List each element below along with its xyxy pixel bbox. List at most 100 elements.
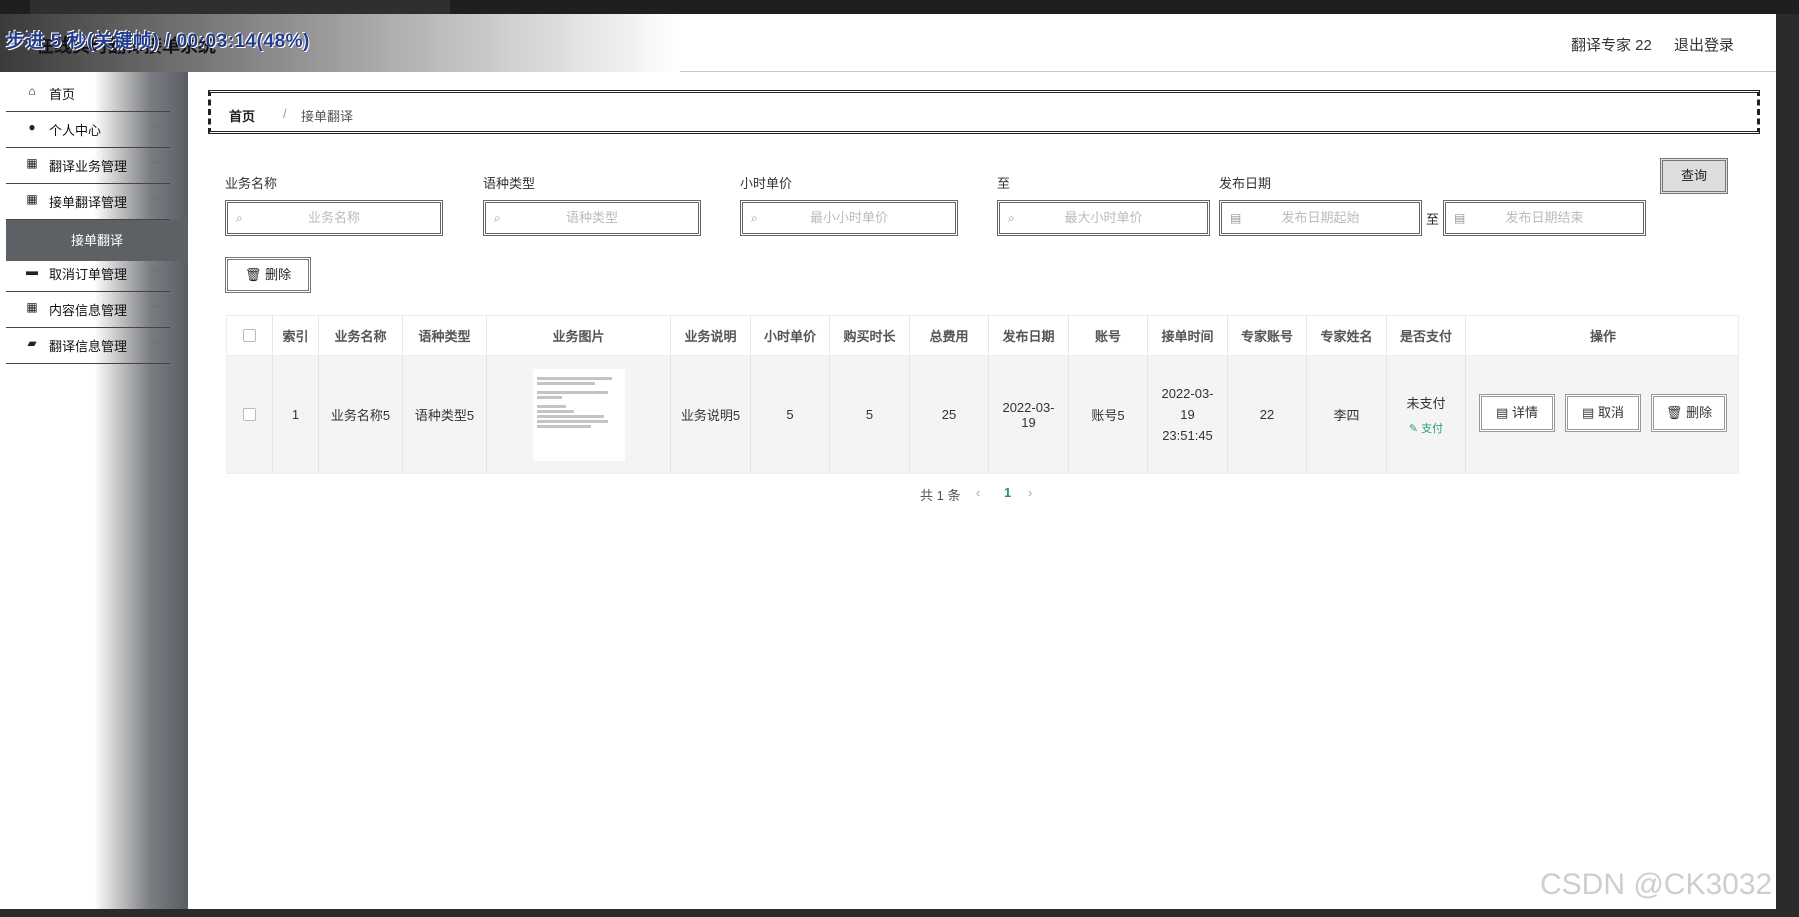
cell-expert-account: 22 [1228,356,1307,473]
placeholder: 发布日期起始 [1281,210,1360,225]
placeholder: 语种类型 [565,210,618,225]
cell-total: 25 [910,356,989,473]
page-number[interactable]: 1 [1004,485,1011,500]
table-header: 索引 业务名称 语种类型 业务图片 业务说明 小时单价 购买时长 总费用 发布日… [226,315,1739,356]
sidebar-item-label: 翻译信息管理 [49,339,128,354]
sidebar-item-label: 内容信息管理 [49,303,128,318]
min-hourly-price-input[interactable]: ⌕ 最小小时单价 [740,200,958,236]
placeholder: 最小小时单价 [809,210,888,225]
row-select-cell [227,356,273,473]
search-icon: ⌕ [236,211,243,225]
cell-account: 账号5 [1069,356,1148,473]
cancel-button[interactable]: ▤ 取消 [1565,394,1641,432]
placeholder: 发布日期结束 [1505,210,1584,225]
payment-status-text: 未支付 [1406,396,1446,411]
chevron-down-icon: ﹀ [152,125,162,136]
sidebar: ⌂ 首页 ● 个人中心 ﹀ ▦ 翻译业务管理 ﹀ ▦ 接单翻译管理 ﹀ 接单翻译… [0,72,188,909]
sidebar-item-label: 首页 [49,87,76,102]
cell-payment-status: 未支付 ✎ 支付 [1387,356,1466,473]
filter-label-business-name: 业务名称 [225,176,278,191]
column-header: 业务图片 [487,316,671,355]
business-image-thumbnail[interactable] [532,368,625,461]
grid-icon: ▦ [26,156,38,170]
cell-hourly-price: 5 [751,356,830,473]
chevron-down-icon: ﹀ [152,197,162,208]
sidebar-item-label: 个人中心 [49,123,102,138]
bulk-delete-label: 删除 [265,267,292,282]
orders-table: 索引 业务名称 语种类型 业务图片 业务说明 小时单价 购买时长 总费用 发布日… [226,315,1739,474]
cell-expert-name: 李四 [1307,356,1387,473]
cell-actions: ▤ 详情 ▤ 取消 🗑 删除 [1466,356,1740,473]
search-icon: ⌕ [1008,211,1015,225]
column-header: 专家姓名 [1307,316,1387,355]
placeholder: 业务名称 [307,210,360,225]
placeholder: 最大小时单价 [1064,210,1143,225]
grid-icon: ▦ [26,300,38,314]
pagination-total: 共 1 条 [920,488,961,503]
sidebar-item-translation-info[interactable]: ▰ 翻译信息管理 ﹀ [6,324,170,364]
pay-link[interactable]: ✎ 支付 [1409,420,1443,436]
top-bar: 在线实时翻译接单系统 步进 5 秒(关键帧) / 00:03:14(48%) 翻… [0,14,1776,72]
sidebar-item-order-translation[interactable]: ▦ 接单翻译管理 ﹀ [6,180,170,220]
query-button[interactable]: 查询 [1660,158,1728,194]
sidebar-item-home[interactable]: ⌂ 首页 [6,72,170,112]
cell-description: 业务说明5 [671,356,751,473]
detail-label: 详情 [1511,405,1538,420]
sidebar-item-label: 接单翻译管理 [49,195,128,210]
edit-icon: ✎ [1408,423,1419,435]
column-header: 购买时长 [830,316,910,355]
watermark: CSDN @CK3032 [1540,868,1773,901]
trash-icon: 🗑 [1665,405,1683,420]
row-checkbox[interactable] [243,408,256,421]
column-header: 接单时间 [1148,316,1228,355]
language-type-input[interactable]: ⌕ 语种类型 [483,200,701,236]
home-icon: ⌂ [28,84,36,98]
sidebar-item-personal-center[interactable]: ● 个人中心 ﹀ [6,108,170,148]
pagination: 共 1 条 ‹ 1 › [920,485,1032,504]
column-header: 是否支付 [1387,316,1466,355]
chevron-down-icon: ﹀ [152,341,162,352]
cell-publish-date: 2022-03-19 [989,356,1069,473]
business-name-input[interactable]: ⌕ 业务名称 [225,200,443,236]
publish-date-end-input[interactable]: ▤ 发布日期结束 [1443,200,1646,236]
window-titlebar [0,0,1799,14]
chevron-left-icon[interactable]: ‹ [976,485,980,500]
calendar-icon: ▤ [1454,211,1466,225]
breadcrumb-separator: / [283,106,287,121]
breadcrumb-home[interactable]: 首页 [229,106,255,125]
chevron-down-icon: ﹀ [152,305,162,316]
cell-business-image [487,356,671,473]
sidebar-item-translation-business[interactable]: ▦ 翻译业务管理 ﹀ [6,144,170,184]
sidebar-item-cancel-orders[interactable]: ▬ 取消订单管理 ﹀ [6,252,170,292]
publish-date-start-input[interactable]: ▤ 发布日期起始 [1219,200,1422,236]
detail-button[interactable]: ▤ 详情 [1479,394,1555,432]
message-icon: ▰ [27,336,37,350]
cell-business-name: 业务名称5 [319,356,403,473]
column-header: 账号 [1069,316,1148,355]
sidebar-item-label: 翻译业务管理 [49,159,128,174]
filter-label-language-type: 语种类型 [483,176,536,191]
window-tab[interactable] [30,0,450,14]
cell-duration: 5 [830,356,910,473]
delete-button[interactable]: 🗑 删除 [1651,394,1727,432]
filter-label-hourly-price: 小时单价 [740,176,793,191]
grid-icon: ▦ [26,192,38,206]
select-all-checkbox[interactable] [243,329,256,342]
user-icon: ● [28,120,36,134]
delete-label: 删除 [1686,405,1713,420]
logout-link[interactable]: 退出登录 [1674,34,1734,55]
sidebar-item-label: 取消订单管理 [49,267,128,282]
column-header: 索引 [273,316,319,355]
main-content: 首页 / 接单翻译 业务名称 ⌕ 业务名称 语种类型 ⌕ 语种类型 小时单价 ⌕… [188,72,1776,909]
bulk-delete-button[interactable]: 🗑 删除 [225,257,311,293]
max-hourly-price-input[interactable]: ⌕ 最大小时单价 [997,200,1210,236]
cell-index: 1 [273,356,319,473]
sidebar-item-content-info[interactable]: ▦ 内容信息管理 ﹀ [6,288,170,328]
column-header: 小时单价 [751,316,830,355]
date-range-separator: 至 [1426,212,1440,227]
chevron-right-icon[interactable]: › [1028,485,1032,500]
filter-label-to: 至 [997,176,1011,191]
column-header: 专家账号 [1228,316,1307,355]
trash-icon: 🗑 [244,267,262,282]
search-icon: ⌕ [751,211,758,225]
